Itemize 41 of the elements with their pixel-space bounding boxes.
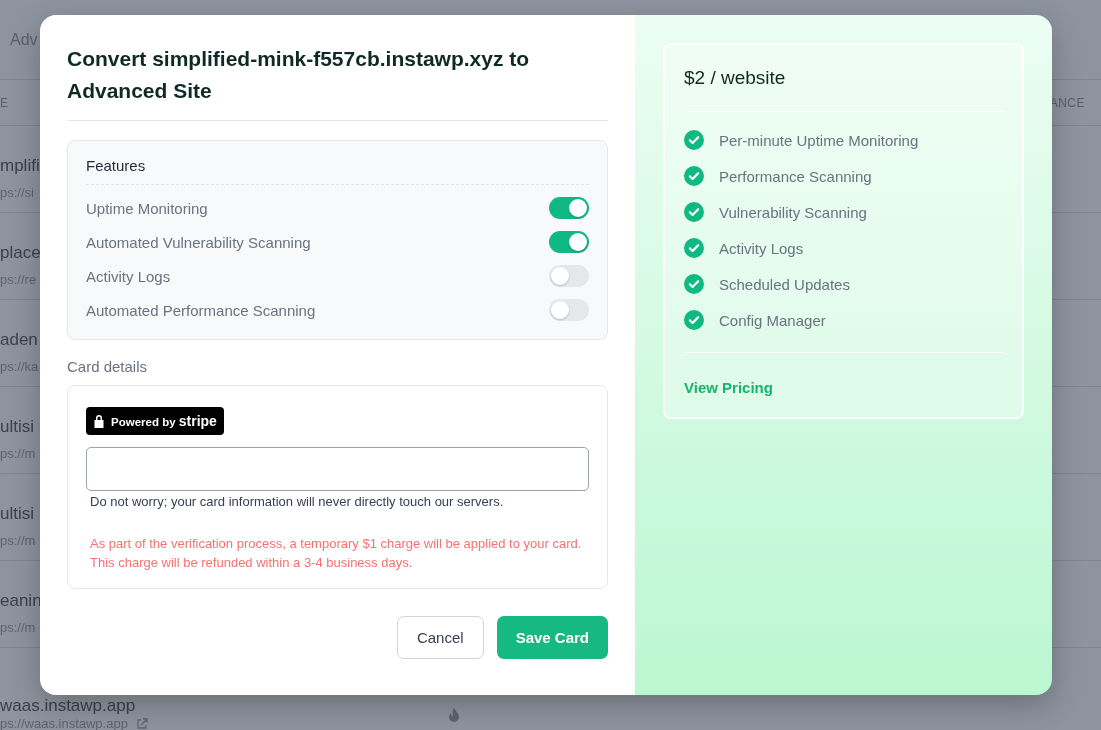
site-name[interactable]: mplifi [0,156,40,176]
feature-label: Scheduled Updates [719,275,850,293]
feature-label: Per-minute Uptime Monitoring [719,131,919,149]
feature-label: Vulnerability Scanning [719,203,867,221]
toggle-switch[interactable] [549,197,589,219]
save-button[interactable]: Save Card [496,616,608,659]
cancel-button[interactable]: Cancel [396,616,484,659]
site-name[interactable]: place [0,243,41,263]
check-icon [684,166,704,186]
site-name[interactable]: ultisi [0,417,34,437]
feature-label: Uptime Monitoring [86,199,208,217]
flame-icon [447,707,460,722]
warning-text: As part of the verification process, a temporary $1 charge will be applied to your card. This charge will be refunded within a 3-4 business days. [90,535,583,572]
site-name[interactable]: waas.instawp.app [0,697,136,714]
card-input-field[interactable] [86,447,589,491]
feature-label: Activity Logs [719,239,804,257]
note-text: Do not worry; your card information will never directly touch our servers. [90,494,505,509]
feature-label: Automated Vulnerability Scanning [86,233,311,251]
feature-label: Config Manager [719,311,826,329]
lock-icon [93,414,105,428]
section-label: Card details [67,358,149,375]
plan-price: $2 / website [684,67,1003,112]
view-pricing-link[interactable]: View Pricing [684,379,773,396]
check-icon [684,238,704,258]
check-icon [684,310,704,330]
dialog-title: Convert simplified-mink-f557cb.instawp.xyz to Advanced Site [67,43,608,121]
external-link-icon [135,717,148,730]
site-name[interactable]: eanin [0,591,42,611]
site-name[interactable]: aden [0,330,38,350]
feature-label: Activity Logs [86,267,171,285]
check-icon [684,274,704,294]
toggle-switch[interactable] [549,299,589,321]
feature-label: Performance Scanning [719,167,872,185]
stripe-badge: Powered by stripe [86,407,224,435]
toggle-switch[interactable] [549,265,589,287]
toggle-switch[interactable] [549,231,589,253]
check-icon [684,202,704,222]
feature-label: Automated Performance Scanning [86,301,316,319]
site-name[interactable]: ultisi [0,504,34,524]
section-heading: Features [86,157,589,185]
check-icon [684,130,704,150]
